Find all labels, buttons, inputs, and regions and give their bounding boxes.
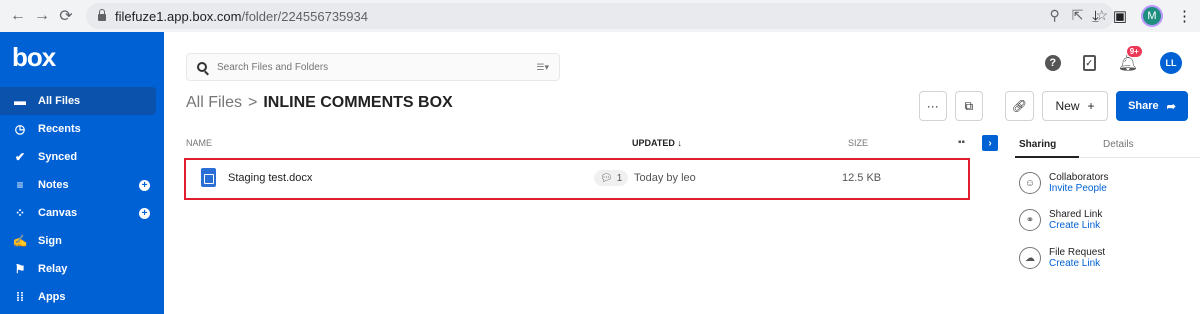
share-arrow-icon: ➦	[1166, 100, 1176, 113]
sidebar-item-canvas[interactable]: ⁘ Canvas +	[0, 199, 164, 227]
updated-value: Today by leo	[634, 172, 696, 184]
collaborators-title: Collaborators	[1049, 172, 1109, 183]
sidebar: box ▬ All Files ◷ Recents ✔ Synced ≡ Not…	[0, 32, 164, 314]
tab-details[interactable]: Details	[1103, 139, 1134, 150]
user-avatar[interactable]: LL	[1160, 52, 1182, 74]
collection-icon: ⧉	[964, 98, 974, 113]
column-header-updated[interactable]: UPDATED ↓	[632, 138, 682, 148]
invite-people-link[interactable]: Invite People	[1049, 183, 1108, 194]
sidebar-item-label: Sign	[38, 235, 62, 247]
sidebar-item-relay[interactable]: ⚑ Relay	[0, 255, 164, 283]
download-icon[interactable]: ⤓	[1092, 8, 1099, 25]
collections-button[interactable]: ⧉	[954, 91, 983, 121]
file-request-title: File Request	[1049, 247, 1106, 258]
lock-icon	[98, 9, 106, 21]
panel-tabs: Sharing Details	[1015, 134, 1200, 158]
tasks-icon[interactable]: ✓	[1082, 55, 1096, 71]
profile-avatar[interactable]: M	[1141, 5, 1163, 27]
address-bar[interactable]: filefuze1.app.box.com/folder/22455673593…	[86, 3, 1114, 29]
table-header: NAME UPDATED ↓ SIZE ▪▪ ›	[186, 135, 998, 152]
sidebar-item-label: Relay	[38, 263, 68, 275]
sidebar-item-all-files[interactable]: ▬ All Files	[0, 87, 156, 115]
url-host: filefuze1.app.box.com	[115, 8, 242, 24]
sharing-panel: Sharing Details ☺ Collaborators Invite P…	[1015, 134, 1200, 314]
more-options-button[interactable]: ···	[918, 91, 947, 121]
sidebar-item-label: All Files	[38, 95, 81, 107]
check-circle-icon: ✔	[14, 150, 26, 164]
column-header-size[interactable]: SIZE	[848, 138, 868, 148]
share-button-label: Share	[1128, 100, 1159, 112]
url-path: /folder/224556735934	[241, 8, 368, 24]
search-filter-icon[interactable]: ☰▾	[536, 62, 549, 73]
canvas-icon: ⁘	[14, 206, 26, 220]
collaborators-item[interactable]: ☺ Collaborators Invite People	[1019, 172, 1108, 194]
notifications-button[interactable]: 🔔︎ 9+	[1118, 45, 1143, 73]
search-box[interactable]: ☰▾	[186, 53, 560, 81]
file-request-item[interactable]: ☁ File Request Create Link	[1019, 247, 1105, 269]
sidebar-item-label: Notes	[38, 179, 69, 191]
forward-arrow-icon[interactable]: →	[30, 7, 54, 25]
new-button-label: New	[1055, 99, 1080, 113]
search-icon	[197, 62, 207, 72]
copy-link-button[interactable]: 🔗︎	[1004, 91, 1034, 121]
create-file-request-link[interactable]: Create Link	[1049, 258, 1105, 269]
zoom-icon[interactable]: ⚲	[1049, 7, 1059, 24]
active-tab-indicator	[1015, 156, 1079, 158]
upload-cloud-icon: ☁	[1019, 247, 1041, 269]
back-arrow-icon[interactable]: ←	[6, 7, 30, 25]
apps-icon: ⁞⁞	[16, 290, 24, 304]
search-input[interactable]	[217, 61, 517, 73]
sign-icon: ✍	[12, 234, 28, 248]
relay-icon: ⚑	[14, 262, 26, 276]
comment-count-badge[interactable]: 💬︎ 1	[594, 170, 629, 186]
sidebar-item-notes[interactable]: ≡ Notes +	[0, 171, 164, 199]
plus-icon: +	[1087, 99, 1095, 113]
tab-sharing[interactable]: Sharing	[1019, 139, 1056, 150]
new-button[interactable]: New +	[1042, 91, 1108, 121]
sidebar-item-label: Recents	[38, 123, 81, 135]
shared-link-title: Shared Link	[1049, 209, 1103, 220]
share-button[interactable]: Share ➦	[1116, 91, 1188, 121]
sidebar-item-recents[interactable]: ◷ Recents	[0, 115, 164, 143]
link-circle-icon: ⚭	[1019, 209, 1041, 231]
breadcrumb-all-files[interactable]: All Files	[186, 94, 242, 112]
breadcrumb-separator: >	[248, 94, 258, 111]
sidebar-item-apps[interactable]: ⁞⁞ Apps	[0, 283, 164, 311]
grid-view-icon[interactable]: ▪▪	[958, 137, 965, 148]
sidebar-item-sign[interactable]: ✍ Sign	[0, 227, 164, 255]
add-note-button[interactable]: +	[139, 179, 150, 191]
notification-badge: 9+	[1125, 45, 1143, 58]
comment-count: 1	[616, 172, 623, 184]
add-canvas-button[interactable]: +	[139, 207, 150, 219]
column-header-name[interactable]: NAME	[186, 138, 212, 148]
breadcrumb: All Files > INLINE COMMENTS BOX	[186, 94, 453, 112]
sidebar-item-label: Synced	[38, 151, 78, 163]
link-icon: 🔗︎	[1011, 99, 1027, 113]
help-icon[interactable]: ?	[1044, 55, 1061, 71]
menu-kebab-icon[interactable]: ⋮	[1177, 7, 1192, 25]
shared-link-item[interactable]: ⚭ Shared Link Create Link	[1019, 209, 1102, 231]
size-value: 12.5 KB	[842, 172, 882, 184]
share-page-icon[interactable]: ⇱	[1072, 7, 1084, 24]
expand-sidebar-button[interactable]: ›	[982, 135, 998, 151]
sidebar-item-synced[interactable]: ✔ Synced	[0, 143, 164, 171]
browser-toolbar: ← → ⟳ filefuze1.app.box.com/folder/22455…	[0, 0, 1200, 32]
breadcrumb-current-folder: INLINE COMMENTS BOX	[263, 94, 453, 111]
comment-icon: 💬︎	[600, 172, 613, 184]
box-logo[interactable]: box	[0, 32, 164, 87]
word-document-icon	[201, 168, 216, 187]
file-name-link[interactable]: Staging test.docx	[228, 172, 312, 184]
reload-icon[interactable]: ⟳	[54, 6, 78, 26]
clock-icon: ◷	[14, 122, 26, 136]
sidebar-item-label: Apps	[38, 291, 66, 303]
notes-icon: ≡	[16, 178, 24, 192]
folder-icon: ▬	[14, 94, 26, 108]
create-shared-link[interactable]: Create Link	[1049, 220, 1102, 231]
person-icon: ☺	[1019, 172, 1041, 194]
table-row[interactable]: Staging test.docx 💬︎ 1 Today by leo 12.5…	[184, 158, 970, 200]
sidebar-item-label: Canvas	[38, 207, 78, 219]
side-panel-icon[interactable]: ▣	[1113, 7, 1127, 25]
